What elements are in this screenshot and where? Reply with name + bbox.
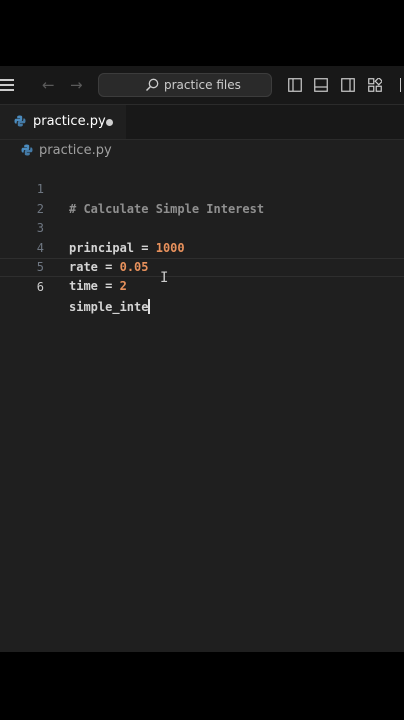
code-line[interactable]: 4 rate = 0.05	[0, 219, 404, 274]
code-line[interactable]: 1 # Calculate Simple Interest	[0, 161, 404, 215]
mouse-ibeam-icon: I	[160, 270, 169, 286]
tab-bar: practice.py	[0, 105, 404, 140]
arrow-right-icon[interactable]: →	[70, 76, 83, 94]
toggle-panel-icon[interactable]	[314, 78, 328, 92]
code-line[interactable]: 5 time = 2	[0, 239, 404, 293]
toggle-secondary-sidebar-icon[interactable]	[341, 78, 355, 92]
title-bar: ← → practice files	[0, 66, 404, 105]
current-code-line[interactable]: 6 simple_inte	[0, 258, 404, 314]
vscode-window: ← → practice files practice.py practice.…	[0, 66, 404, 652]
toggle-primary-sidebar-icon[interactable]	[288, 78, 302, 92]
command-center-search[interactable]: practice files	[98, 73, 272, 97]
code-line[interactable]: 3 principal = 1000	[0, 200, 404, 254]
text-cursor	[148, 298, 150, 314]
breadcrumb: practice.py	[0, 140, 404, 162]
arrow-left-icon[interactable]: ←	[42, 76, 55, 94]
variable-name: simple_inte	[69, 299, 149, 314]
assign-operator: =	[97, 279, 120, 294]
search-label: practice files	[164, 78, 241, 92]
breadcrumb-file[interactable]: practice.py	[39, 143, 112, 159]
python-file-icon	[21, 144, 33, 156]
line-number: 6	[36, 280, 44, 295]
variable-name: time	[69, 279, 98, 294]
window-control-icon[interactable]	[400, 78, 404, 92]
search-icon	[145, 78, 159, 92]
customize-layout-icon[interactable]	[368, 78, 382, 92]
code-editor[interactable]: 1 # Calculate Simple Interest 2 3 princi…	[0, 161, 404, 651]
hamburger-menu-icon[interactable]	[0, 79, 14, 91]
code-line[interactable]: 2	[0, 180, 404, 216]
tab-label: practice.py	[33, 114, 106, 129]
unsaved-dot-icon[interactable]	[106, 119, 113, 126]
tab-practice-py[interactable]: practice.py	[0, 105, 126, 139]
number-literal: 2	[119, 279, 127, 294]
python-file-icon	[14, 115, 26, 127]
